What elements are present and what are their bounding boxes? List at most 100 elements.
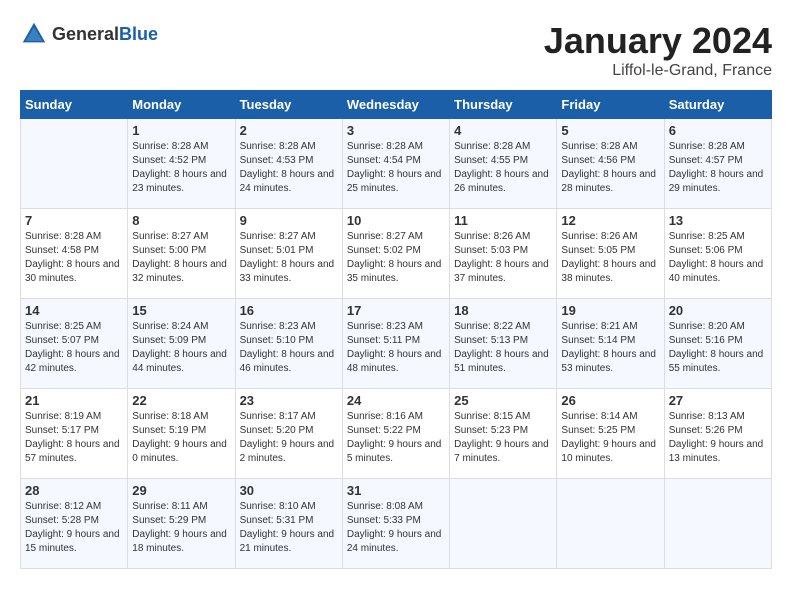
day-number: 15: [132, 303, 230, 318]
calendar-cell: 30 Sunrise: 8:10 AMSunset: 5:31 PMDaylig…: [235, 479, 342, 569]
cell-details: Sunrise: 8:14 AMSunset: 5:25 PMDaylight:…: [561, 410, 659, 466]
day-number: 17: [347, 303, 445, 318]
calendar-cell: 26 Sunrise: 8:14 AMSunset: 5:25 PMDaylig…: [557, 389, 664, 479]
week-row-2: 7 Sunrise: 8:28 AMSunset: 4:58 PMDayligh…: [21, 209, 772, 299]
calendar-cell: 24 Sunrise: 8:16 AMSunset: 5:22 PMDaylig…: [342, 389, 449, 479]
day-number: 3: [347, 123, 445, 138]
day-number: 9: [240, 213, 338, 228]
calendar-cell: 1 Sunrise: 8:28 AMSunset: 4:52 PMDayligh…: [128, 119, 235, 209]
week-row-3: 14 Sunrise: 8:25 AMSunset: 5:07 PMDaylig…: [21, 299, 772, 389]
day-number: 8: [132, 213, 230, 228]
day-number: 31: [347, 483, 445, 498]
location-title: Liffol-le-Grand, France: [544, 62, 772, 80]
cell-details: Sunrise: 8:15 AMSunset: 5:23 PMDaylight:…: [454, 410, 552, 466]
cell-details: Sunrise: 8:28 AMSunset: 4:53 PMDaylight:…: [240, 140, 338, 196]
day-number: 14: [25, 303, 123, 318]
week-row-5: 28 Sunrise: 8:12 AMSunset: 5:28 PMDaylig…: [21, 479, 772, 569]
weekday-header-row: SundayMondayTuesdayWednesdayThursdayFrid…: [21, 91, 772, 119]
cell-details: Sunrise: 8:28 AMSunset: 4:57 PMDaylight:…: [669, 140, 767, 196]
weekday-header-thursday: Thursday: [450, 91, 557, 119]
day-number: 22: [132, 393, 230, 408]
calendar-cell: 16 Sunrise: 8:23 AMSunset: 5:10 PMDaylig…: [235, 299, 342, 389]
calendar-table: SundayMondayTuesdayWednesdayThursdayFrid…: [20, 90, 772, 569]
cell-details: Sunrise: 8:12 AMSunset: 5:28 PMDaylight:…: [25, 500, 123, 556]
cell-details: Sunrise: 8:19 AMSunset: 5:17 PMDaylight:…: [25, 410, 123, 466]
page-header: GeneralBlue January 2024 Liffol-le-Grand…: [20, 20, 772, 80]
calendar-cell: 12 Sunrise: 8:26 AMSunset: 5:05 PMDaylig…: [557, 209, 664, 299]
cell-details: Sunrise: 8:28 AMSunset: 4:55 PMDaylight:…: [454, 140, 552, 196]
cell-details: Sunrise: 8:08 AMSunset: 5:33 PMDaylight:…: [347, 500, 445, 556]
calendar-cell: 3 Sunrise: 8:28 AMSunset: 4:54 PMDayligh…: [342, 119, 449, 209]
day-number: 30: [240, 483, 338, 498]
cell-details: Sunrise: 8:25 AMSunset: 5:07 PMDaylight:…: [25, 320, 123, 376]
calendar-cell: 31 Sunrise: 8:08 AMSunset: 5:33 PMDaylig…: [342, 479, 449, 569]
calendar-cell: 10 Sunrise: 8:27 AMSunset: 5:02 PMDaylig…: [342, 209, 449, 299]
day-number: 6: [669, 123, 767, 138]
calendar-cell: 9 Sunrise: 8:27 AMSunset: 5:01 PMDayligh…: [235, 209, 342, 299]
calendar-cell: [450, 479, 557, 569]
calendar-cell: [664, 479, 771, 569]
cell-details: Sunrise: 8:27 AMSunset: 5:00 PMDaylight:…: [132, 230, 230, 286]
calendar-cell: 17 Sunrise: 8:23 AMSunset: 5:11 PMDaylig…: [342, 299, 449, 389]
logo-blue: Blue: [119, 24, 158, 44]
cell-details: Sunrise: 8:13 AMSunset: 5:26 PMDaylight:…: [669, 410, 767, 466]
day-number: 20: [669, 303, 767, 318]
day-number: 21: [25, 393, 123, 408]
day-number: 27: [669, 393, 767, 408]
calendar-cell: 8 Sunrise: 8:27 AMSunset: 5:00 PMDayligh…: [128, 209, 235, 299]
calendar-cell: 5 Sunrise: 8:28 AMSunset: 4:56 PMDayligh…: [557, 119, 664, 209]
calendar-cell: 21 Sunrise: 8:19 AMSunset: 5:17 PMDaylig…: [21, 389, 128, 479]
day-number: 29: [132, 483, 230, 498]
day-number: 19: [561, 303, 659, 318]
calendar-cell: 25 Sunrise: 8:15 AMSunset: 5:23 PMDaylig…: [450, 389, 557, 479]
day-number: 24: [347, 393, 445, 408]
weekday-header-monday: Monday: [128, 91, 235, 119]
cell-details: Sunrise: 8:17 AMSunset: 5:20 PMDaylight:…: [240, 410, 338, 466]
calendar-cell: [21, 119, 128, 209]
day-number: 1: [132, 123, 230, 138]
cell-details: Sunrise: 8:27 AMSunset: 5:01 PMDaylight:…: [240, 230, 338, 286]
logo-general: General: [52, 24, 119, 44]
title-block: January 2024 Liffol-le-Grand, France: [544, 20, 772, 80]
day-number: 23: [240, 393, 338, 408]
cell-details: Sunrise: 8:28 AMSunset: 4:52 PMDaylight:…: [132, 140, 230, 196]
day-number: 11: [454, 213, 552, 228]
weekday-header-friday: Friday: [557, 91, 664, 119]
day-number: 18: [454, 303, 552, 318]
cell-details: Sunrise: 8:28 AMSunset: 4:54 PMDaylight:…: [347, 140, 445, 196]
weekday-header-sunday: Sunday: [21, 91, 128, 119]
week-row-1: 1 Sunrise: 8:28 AMSunset: 4:52 PMDayligh…: [21, 119, 772, 209]
calendar-cell: 29 Sunrise: 8:11 AMSunset: 5:29 PMDaylig…: [128, 479, 235, 569]
day-number: 26: [561, 393, 659, 408]
cell-details: Sunrise: 8:18 AMSunset: 5:19 PMDaylight:…: [132, 410, 230, 466]
logo: GeneralBlue: [20, 20, 158, 48]
day-number: 4: [454, 123, 552, 138]
cell-details: Sunrise: 8:21 AMSunset: 5:14 PMDaylight:…: [561, 320, 659, 376]
day-number: 2: [240, 123, 338, 138]
day-number: 16: [240, 303, 338, 318]
cell-details: Sunrise: 8:26 AMSunset: 5:03 PMDaylight:…: [454, 230, 552, 286]
cell-details: Sunrise: 8:16 AMSunset: 5:22 PMDaylight:…: [347, 410, 445, 466]
calendar-cell: 2 Sunrise: 8:28 AMSunset: 4:53 PMDayligh…: [235, 119, 342, 209]
cell-details: Sunrise: 8:20 AMSunset: 5:16 PMDaylight:…: [669, 320, 767, 376]
calendar-cell: 7 Sunrise: 8:28 AMSunset: 4:58 PMDayligh…: [21, 209, 128, 299]
cell-details: Sunrise: 8:11 AMSunset: 5:29 PMDaylight:…: [132, 500, 230, 556]
calendar-cell: 13 Sunrise: 8:25 AMSunset: 5:06 PMDaylig…: [664, 209, 771, 299]
cell-details: Sunrise: 8:28 AMSunset: 4:56 PMDaylight:…: [561, 140, 659, 196]
cell-details: Sunrise: 8:22 AMSunset: 5:13 PMDaylight:…: [454, 320, 552, 376]
calendar-cell: 6 Sunrise: 8:28 AMSunset: 4:57 PMDayligh…: [664, 119, 771, 209]
calendar-cell: 14 Sunrise: 8:25 AMSunset: 5:07 PMDaylig…: [21, 299, 128, 389]
day-number: 5: [561, 123, 659, 138]
cell-details: Sunrise: 8:28 AMSunset: 4:58 PMDaylight:…: [25, 230, 123, 286]
calendar-cell: 11 Sunrise: 8:26 AMSunset: 5:03 PMDaylig…: [450, 209, 557, 299]
calendar-cell: [557, 479, 664, 569]
calendar-cell: 22 Sunrise: 8:18 AMSunset: 5:19 PMDaylig…: [128, 389, 235, 479]
calendar-cell: 23 Sunrise: 8:17 AMSunset: 5:20 PMDaylig…: [235, 389, 342, 479]
calendar-cell: 20 Sunrise: 8:20 AMSunset: 5:16 PMDaylig…: [664, 299, 771, 389]
weekday-header-saturday: Saturday: [664, 91, 771, 119]
calendar-cell: 15 Sunrise: 8:24 AMSunset: 5:09 PMDaylig…: [128, 299, 235, 389]
day-number: 7: [25, 213, 123, 228]
cell-details: Sunrise: 8:26 AMSunset: 5:05 PMDaylight:…: [561, 230, 659, 286]
weekday-header-wednesday: Wednesday: [342, 91, 449, 119]
cell-details: Sunrise: 8:25 AMSunset: 5:06 PMDaylight:…: [669, 230, 767, 286]
